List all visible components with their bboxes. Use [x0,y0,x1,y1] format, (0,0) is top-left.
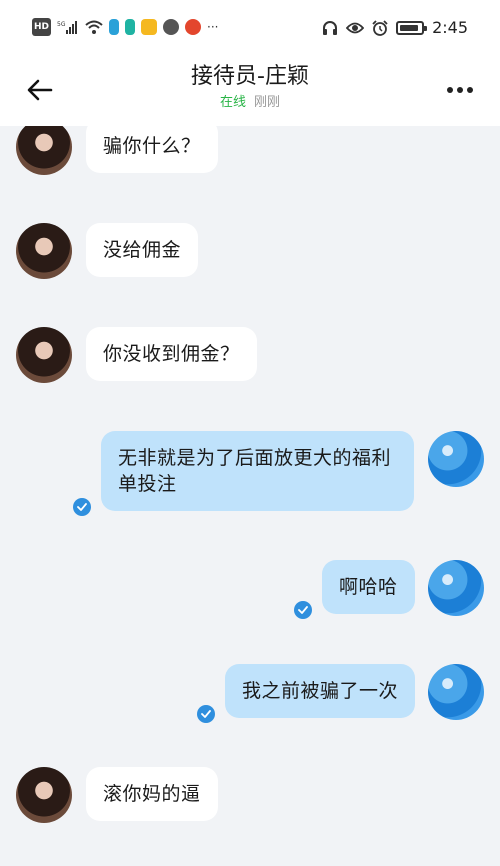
contact-avatar[interactable] [16,767,72,823]
status-right-icons: 2:45 [322,18,468,37]
read-check-icon [73,498,91,516]
app-notification-icon [141,19,158,35]
more-dot-icon [457,87,463,93]
wifi-icon [85,18,103,36]
incoming-message-bubble[interactable]: 滚你妈的逼 [86,767,218,821]
status-left-icons: HD 5G ··· [32,18,218,36]
last-seen: 刚刚 [254,95,281,110]
eye-icon [346,19,365,37]
svg-text:5G: 5G [57,21,66,28]
battery-icon [396,20,428,35]
app-notification-icon [109,19,120,35]
outgoing-message-bubble[interactable]: 我之前被骗了一次 [225,664,416,718]
online-status: 在线 [219,95,246,110]
more-notifications-icon: ··· [207,20,219,34]
alarm-icon [372,19,388,37]
status-bar: HD 5G ··· 2:45 [0,0,500,58]
outgoing-message-bubble[interactable]: 啊哈哈 [322,560,415,614]
contact-name: 接待员-庄颖 [191,64,309,89]
app-notification-icon [163,19,180,35]
my-avatar[interactable] [428,560,484,616]
contact-avatar[interactable] [16,126,72,175]
incoming-message-bubble[interactable]: 你没收到佣金？ [86,327,257,381]
chat-header: 接待员-庄颖 在线 刚刚 [0,58,500,126]
contact-avatar[interactable] [16,327,72,383]
message-list[interactable]: 骗你什么？ 没给佣金 你没收到佣金？ 无非就是为了后面放更大的福利单投注 啊哈哈… [0,126,500,866]
read-check-icon [294,601,312,619]
my-avatar[interactable] [428,431,484,487]
contact-avatar[interactable] [16,223,72,279]
more-dot-icon [467,87,473,93]
outgoing-message-bubble[interactable]: 无非就是为了后面放更大的福利单投注 [101,431,414,511]
incoming-message-bubble[interactable]: 没给佣金 [86,223,199,277]
clock-time: 2:45 [432,18,468,37]
hd-icon: HD [32,18,52,36]
contact-info: 接待员-庄颖 在线 刚刚 [0,62,500,112]
more-dot-icon [447,87,453,93]
headphones-icon [322,19,338,37]
my-avatar[interactable] [428,664,484,720]
incoming-message-bubble[interactable]: 骗你什么？ [86,126,218,173]
presence-line: 在线 刚刚 [0,94,500,112]
app-notification-icon [125,19,136,35]
more-options-button[interactable] [442,72,478,108]
weibo-icon [185,19,202,35]
read-check-icon [197,705,215,723]
cellular-signal-icon: 5G [57,18,79,36]
